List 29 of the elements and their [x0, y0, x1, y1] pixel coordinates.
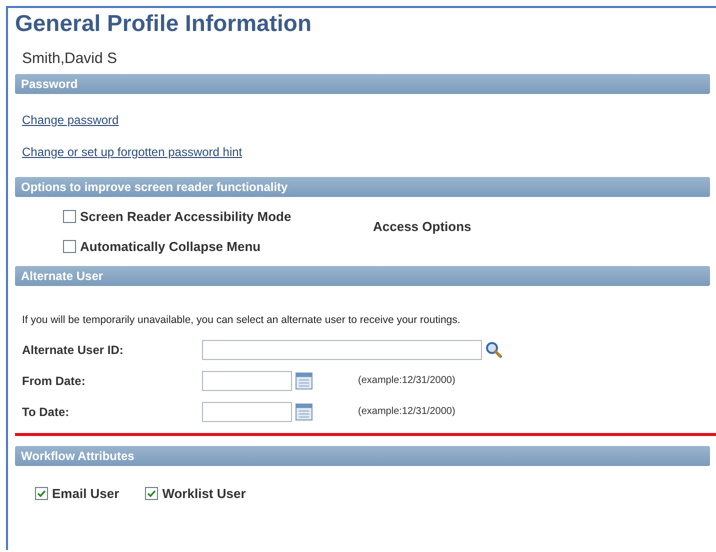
- access-options-label: Access Options: [373, 219, 472, 236]
- link[interactable]: Change or set up forgotten password hint: [22, 145, 242, 159]
- user-name: Smith,David S: [22, 50, 118, 69]
- field-label: From Date:: [22, 374, 86, 388]
- instruction-text: If you will be temporarily unavailable, you can select an alternate user to receive your routings.: [21, 313, 462, 328]
- checkbox-label: Worklist User: [162, 486, 246, 501]
- example-hint: (example:12/31/2000): [358, 375, 456, 386]
- section-header: Password: [15, 74, 710, 94]
- calendar-icon[interactable]: [294, 402, 314, 422]
- checkbox-label: Automatically Collapse Menu: [80, 239, 261, 254]
- field-label: Alternate User ID:: [22, 342, 124, 356]
- checkbox[interactable]: [63, 210, 76, 223]
- search-icon[interactable]: [484, 340, 504, 360]
- section-header: Workflow Attributes: [15, 446, 710, 466]
- page-title: General Profile Information: [15, 10, 312, 38]
- link[interactable]: Change password: [22, 113, 119, 127]
- section-header: Alternate User: [15, 266, 710, 286]
- checkbox[interactable]: [145, 487, 158, 500]
- input-field[interactable]: [202, 340, 482, 360]
- checkbox-label: Email User: [52, 486, 120, 501]
- checkbox[interactable]: [63, 240, 76, 253]
- date-field[interactable]: [202, 402, 292, 422]
- checkbox-label: Screen Reader Accessibility Mode: [80, 209, 292, 224]
- checkbox[interactable]: [35, 487, 48, 500]
- field-label: To Date:: [22, 404, 70, 418]
- calendar-icon[interactable]: [294, 370, 314, 390]
- section-header: Options to improve screen reader functionality: [15, 177, 710, 197]
- example-hint: (example:12/31/2000): [358, 406, 456, 417]
- date-field[interactable]: [202, 370, 292, 390]
